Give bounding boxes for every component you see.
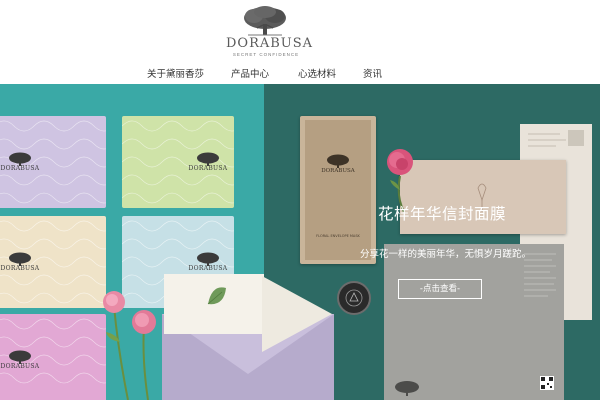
envelope-card-lavender: DORABUSA [0, 116, 106, 208]
mask-sachet: DORABUSA FLORAL ENVELOPE MASK [300, 116, 376, 264]
envelope-card-green: DORABUSA [122, 116, 234, 208]
tree-logo-icon [9, 252, 31, 266]
nav-item-about[interactable]: 关于黛丽香莎 [147, 66, 204, 80]
envelope-card-cream: DORABUSA [0, 216, 106, 308]
card-brand: DORABUSA [188, 252, 228, 276]
tree-logo-icon [197, 152, 219, 166]
open-envelope [162, 274, 334, 400]
nav-item-news[interactable]: 资讯 [363, 66, 382, 80]
sachet-brand: DORABUSA [316, 154, 360, 176]
view-details-button[interactable]: -点击查看- [398, 279, 482, 299]
sachet-label: FLORAL ENVELOPE MASK [316, 234, 360, 238]
tree-logo-icon [9, 152, 31, 166]
hero-banner[interactable]: DORABUSA DORABUSA DORABUSA DORABUSA DORA… [0, 84, 600, 400]
logo-wordmark: DORABUSA [226, 36, 314, 51]
qr-code-icon [540, 376, 554, 390]
tree-logo-icon [395, 381, 419, 396]
envelope-card-pink: DORABUSA [0, 314, 106, 400]
banner-title: 花样年华信封面膜 [378, 205, 507, 223]
main-nav: 关于黛丽香莎 产品中心 心选材料 资讯 [0, 66, 600, 80]
rose-icon [103, 291, 156, 400]
nav-item-products[interactable]: 产品中心 [231, 66, 269, 80]
card-brand: DORABUSA [0, 152, 40, 176]
card-brand: DORABUSA [0, 350, 40, 374]
nav-item-materials[interactable]: 心选材料 [298, 66, 336, 80]
product-manual [384, 244, 564, 400]
tree-logo-icon [9, 350, 31, 364]
card-brand: DORABUSA [188, 152, 228, 176]
brand-logo[interactable]: DORABUSA SECRET CONFIDENCE [226, 6, 314, 57]
tree-logo-icon [244, 6, 286, 36]
logo-tagline: SECRET CONFIDENCE [232, 52, 300, 57]
site-header: DORABUSA SECRET CONFIDENCE 关于黛丽香莎 产品中心 心… [0, 0, 600, 84]
card-brand: DORABUSA [0, 252, 40, 276]
brand-seal-badge [337, 281, 371, 315]
tree-logo-icon [197, 252, 219, 266]
tree-logo-icon [327, 154, 349, 168]
banner-subtitle: 分享花一样的美丽年华，无惧岁月蹉跎。 [360, 249, 532, 260]
